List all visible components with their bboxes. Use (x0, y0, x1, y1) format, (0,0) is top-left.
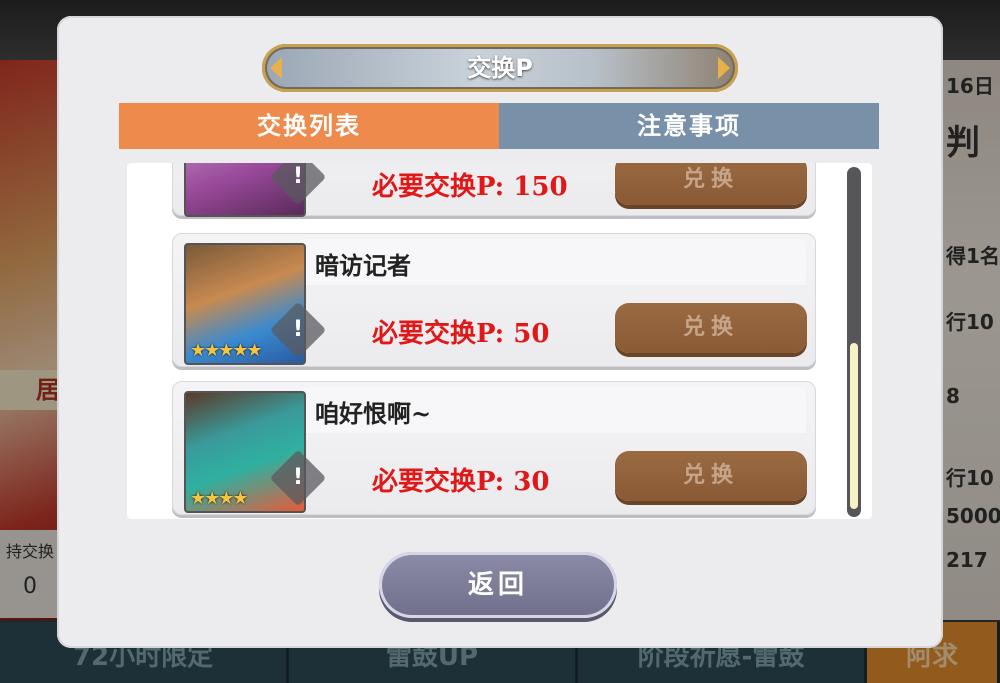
info-icon[interactable]: ! (269, 301, 327, 359)
back-button[interactable]: 返回 (379, 552, 617, 618)
ornament-right-icon (718, 57, 730, 79)
item-cost: 必要交换P: 150 (372, 172, 568, 202)
list-item: ★★★★★ ! 暗访记者 必要交换P: 50 兑换 (172, 233, 816, 367)
exchange-button[interactable]: 兑换 (615, 451, 807, 501)
item-cost: 必要交换P: 30 (372, 467, 550, 497)
modal-tabs: 交换列表 注意事项 (119, 103, 879, 149)
rarity-stars-icon: ★★★★★ (190, 340, 263, 361)
item-name: 咱好恨啊~ (315, 399, 432, 428)
modal-title-bar: 交换P (262, 44, 738, 92)
tab-exchange-list[interactable]: 交换列表 (119, 103, 499, 149)
exchange-modal: 交换P 交换列表 注意事项 ! 必要交换P: 150 兑换 ★★★★★ ! 暗访… (57, 16, 943, 648)
modal-title: 交换P (467, 54, 533, 82)
rarity-stars-icon: ★★★★ (190, 488, 249, 509)
list-item: ★★★★ ! 咱好恨啊~ 必要交换P: 30 兑换 (172, 381, 816, 515)
exchange-button[interactable]: 兑换 (615, 303, 807, 353)
exchange-button[interactable]: 兑换 (615, 163, 807, 205)
item-cost: 必要交换P: 50 (372, 319, 550, 349)
list-item: ! 必要交换P: 150 兑换 (172, 163, 816, 217)
item-name: 暗访记者 (315, 251, 411, 280)
info-icon[interactable]: ! (269, 449, 327, 507)
scrollbar-thumb[interactable] (850, 343, 858, 509)
scrollbar[interactable] (847, 167, 861, 517)
tab-notes[interactable]: 注意事项 (499, 103, 879, 149)
exchange-list[interactable]: ! 必要交换P: 150 兑换 ★★★★★ ! 暗访记者 必要交换P: 50 兑… (127, 163, 872, 519)
